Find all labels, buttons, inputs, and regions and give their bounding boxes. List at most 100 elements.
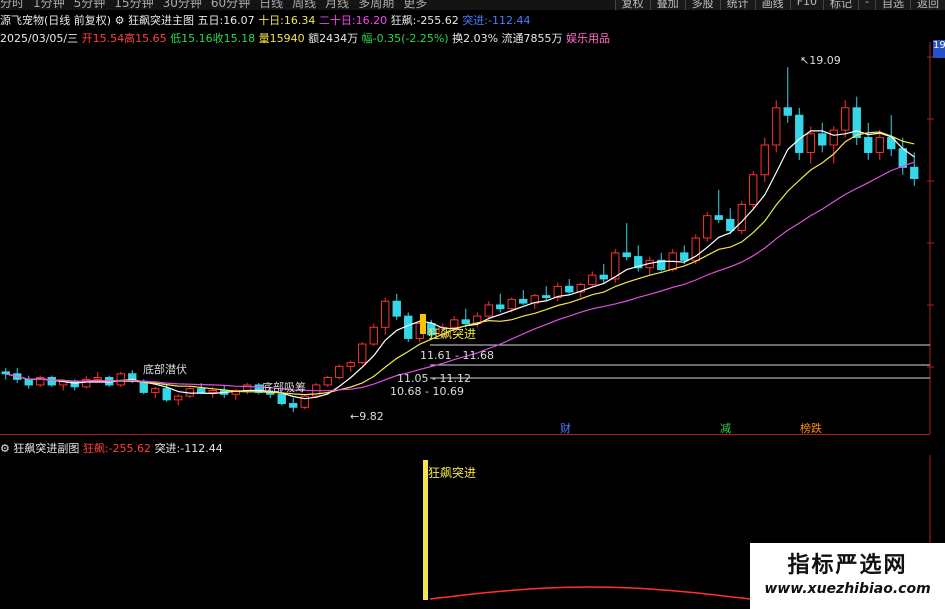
gear-icon[interactable]: ⚙: [0, 442, 10, 455]
candle: [565, 285, 574, 293]
sub-tj-label: 突进:: [154, 442, 181, 455]
candle: [496, 304, 505, 310]
ma5-value: 16.07: [223, 14, 255, 27]
tab-period-4[interactable]: 30分钟: [163, 0, 211, 10]
toolbar-button-2[interactable]: 多股: [684, 0, 720, 10]
candle: [346, 362, 355, 367]
candle: [749, 174, 758, 206]
candle: [875, 137, 884, 153]
tab-period-5[interactable]: 60分钟: [211, 0, 259, 10]
indicator-name[interactable]: 狂飙突进主图: [128, 14, 194, 27]
candle: [622, 252, 631, 258]
tj-label: 突进:: [462, 14, 489, 27]
candle: [726, 218, 735, 232]
range1-label: 11.61 - 11.68: [420, 349, 494, 362]
tab-period-9[interactable]: 多周期: [358, 0, 403, 10]
toolbar-button-7[interactable]: -: [858, 0, 875, 10]
kb-value: -255.62: [416, 14, 459, 27]
candle: [151, 388, 160, 393]
left-label-1: 底部潜伏: [143, 362, 187, 376]
candle: [829, 129, 838, 146]
right-buttons: 复权 叠加 多股 统计 画线 F10 标记 - 自选 返回: [614, 0, 945, 10]
candle: [760, 144, 769, 176]
signal-bar: [423, 460, 428, 600]
candle: [680, 252, 689, 261]
candle: [277, 393, 286, 405]
candle: [369, 326, 378, 345]
tab-period-1[interactable]: 1分钟: [33, 0, 74, 10]
candle: [507, 298, 516, 310]
ma10-value: 16.34: [283, 14, 316, 27]
kb-label: 狂飙:: [390, 14, 417, 27]
candle: [358, 343, 367, 364]
candle: [818, 133, 827, 146]
watermark: 指标严选网 www.xuezhibiao.com: [750, 543, 945, 609]
tab-period-8[interactable]: 月线: [325, 0, 358, 10]
gear-icon[interactable]: ⚙: [115, 14, 125, 27]
toolbar-button-1[interactable]: 叠加: [649, 0, 685, 10]
kline-chart[interactable]: ↖19.09 ←9.82 狂飙突进 11.61 - 11.68 11.05 - 11.1…: [0, 42, 945, 434]
candle: [910, 166, 919, 179]
range2-label: 11.05 - 11.12: [397, 372, 471, 385]
ma20-label: 二十日:: [318, 14, 356, 27]
toolbar-button-6[interactable]: 标记: [823, 0, 859, 10]
tab-period-6[interactable]: 日线: [259, 0, 292, 10]
candle: [519, 298, 528, 304]
candle: [542, 295, 551, 299]
signal-bar-mark: [420, 314, 426, 334]
watermark-url: www.xuezhibiao.com: [764, 581, 931, 597]
tab-period-10[interactable]: 更多: [403, 0, 436, 10]
stock-name[interactable]: 源飞宠物(日线 前复权): [0, 14, 111, 27]
candle: [70, 380, 79, 388]
toolbar-button-9[interactable]: 返回: [910, 0, 945, 10]
candle: [783, 107, 792, 116]
candle: [737, 204, 746, 232]
signal-label: 狂飙突进: [428, 326, 476, 341]
toolbar-button-8[interactable]: 自选: [875, 0, 910, 10]
candle: [162, 388, 171, 401]
candle: [864, 137, 873, 153]
tab-period-7[interactable]: 周线: [292, 0, 325, 10]
tab-period-3[interactable]: 15分钟: [114, 0, 162, 10]
sub-header: ⚙ 狂飙突进副图 狂飙:-255.62 突进:-112.44: [0, 440, 223, 456]
candle: [93, 377, 102, 380]
candle: [898, 148, 907, 168]
candle: [806, 133, 815, 153]
left-label-2: 底部吸筹: [262, 380, 306, 394]
indicator-header: 源飞宠物(日线 前复权) ⚙ 狂飙突进主图 五日:16.07 十日:16.34 …: [0, 12, 531, 28]
tab-period-2[interactable]: 5分钟: [74, 0, 115, 10]
candle: [841, 107, 850, 131]
candle: [404, 315, 413, 339]
candle: [381, 300, 390, 328]
tab-period-0[interactable]: 分时: [0, 0, 33, 10]
pane-divider[interactable]: [0, 434, 930, 435]
tag-bang: 榜跌: [800, 421, 822, 434]
candle: [208, 390, 217, 393]
toolbar-button-4[interactable]: 画线: [754, 0, 790, 10]
sub-signal-label: 狂飙突进: [428, 465, 476, 480]
ma5-label: 五日:: [197, 14, 224, 27]
low-price-label: ←9.82: [350, 410, 384, 423]
candle: [588, 274, 597, 285]
sub-kb-label: 狂飙:: [82, 442, 109, 455]
toolbar-button-3[interactable]: 统计: [719, 0, 755, 10]
candle: [47, 377, 56, 386]
high-price-label: ↖19.09: [800, 54, 841, 67]
candle: [461, 319, 470, 325]
sub-indicator-name[interactable]: 狂飙突进副图: [13, 442, 79, 455]
toolbar-button-5[interactable]: F10: [789, 0, 824, 10]
candle: [24, 378, 33, 386]
candle: [323, 377, 332, 386]
ma10-label: 十日:: [258, 14, 284, 27]
candle: [116, 373, 125, 386]
candle: [795, 114, 804, 153]
range3-label: 10.68 - 10.69: [390, 385, 464, 398]
price-tag: 19: [933, 40, 945, 58]
candle: [714, 215, 723, 220]
candle: [174, 395, 183, 401]
tj-value: -112.44: [488, 14, 531, 27]
period-tabs: 分时 1分钟 5分钟 15分钟 30分钟 60分钟 日线 周线 月线 多周期 更多: [0, 0, 436, 10]
candle: [599, 274, 608, 280]
candle: [243, 384, 252, 392]
toolbar-button-0[interactable]: 复权: [614, 0, 650, 10]
